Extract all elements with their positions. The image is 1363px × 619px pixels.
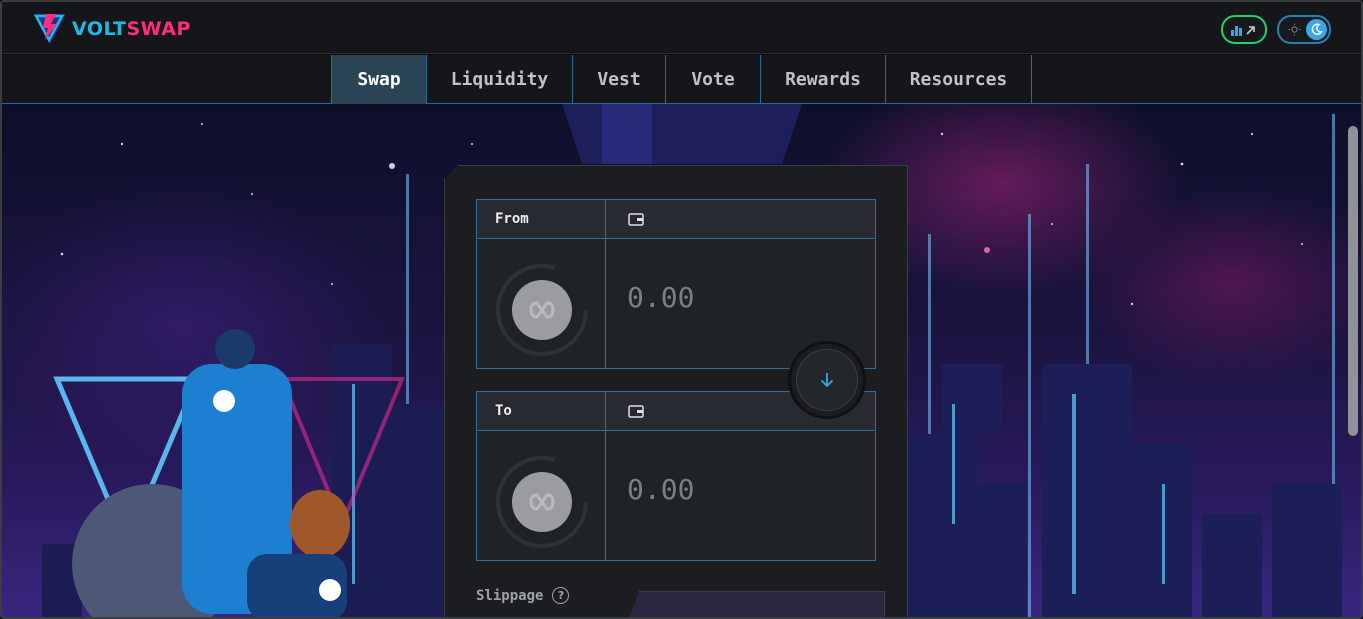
token-placeholder-icon xyxy=(496,456,588,548)
to-label: To xyxy=(495,403,512,419)
from-amount-input[interactable]: 0.00 xyxy=(627,281,694,314)
to-amount-input[interactable]: 0.00 xyxy=(627,473,694,506)
tab-vote[interactable]: Vote xyxy=(665,55,760,104)
theme-toggle[interactable] xyxy=(1277,15,1331,44)
app-window: VOLTSWAP Swap Liquidity Vest Vote Reward… xyxy=(0,0,1363,619)
wallet-icon xyxy=(628,213,644,226)
voltswap-logo-icon xyxy=(33,14,66,44)
from-token-selector[interactable] xyxy=(495,263,589,357)
bar-chart-icon xyxy=(1231,25,1255,36)
voltswap-logo[interactable]: VOLTSWAP xyxy=(32,12,191,46)
slippage-row: Slippage ? xyxy=(476,587,570,604)
sun-icon xyxy=(1288,23,1301,36)
arrow-down-icon xyxy=(820,373,834,388)
analytics-button[interactable] xyxy=(1221,15,1267,44)
from-label: From xyxy=(495,211,529,227)
help-icon[interactable]: ? xyxy=(552,587,570,604)
tab-swap[interactable]: Swap xyxy=(331,55,426,104)
to-token-selector[interactable] xyxy=(495,455,589,549)
moon-icon xyxy=(1311,23,1323,35)
tab-liquidity[interactable]: Liquidity xyxy=(426,55,572,104)
slippage-label: Slippage xyxy=(476,587,544,604)
top-header: VOLTSWAP xyxy=(2,2,1361,54)
tab-resources[interactable]: Resources xyxy=(885,55,1032,104)
tab-rewards[interactable]: Rewards xyxy=(760,55,885,104)
logo-text-volt: VOLT xyxy=(72,18,127,40)
tab-vest[interactable]: Vest xyxy=(572,55,665,104)
main-nav: Swap Liquidity Vest Vote Rewards Resourc… xyxy=(2,55,1361,104)
theme-toggle-knob xyxy=(1306,19,1327,40)
swap-direction-button[interactable] xyxy=(788,341,866,419)
swap-card: From 0.00 To 0.00 Slippage ? xyxy=(444,165,908,617)
slippage-options-panel xyxy=(625,591,885,617)
token-placeholder-icon xyxy=(496,264,588,356)
logo-text-swap: SWAP xyxy=(126,18,191,40)
page-scrollbar[interactable] xyxy=(1348,126,1358,436)
wallet-icon xyxy=(628,405,644,418)
